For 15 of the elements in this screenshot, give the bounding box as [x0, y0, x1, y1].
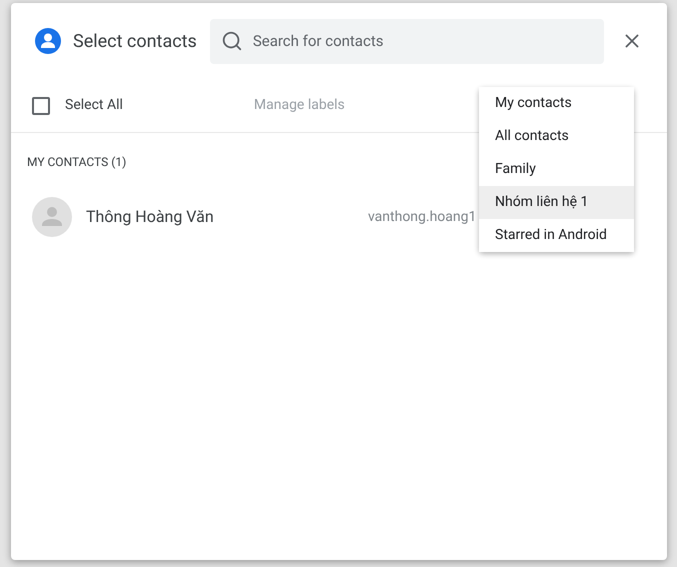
- menu-item[interactable]: Nhóm liên hệ 1: [479, 186, 634, 219]
- contact-icon: [35, 28, 61, 54]
- avatar-icon: [32, 197, 72, 237]
- search-icon: [220, 30, 243, 52]
- select-all-checkbox[interactable]: [32, 96, 50, 114]
- dialog-title: Select contacts: [73, 30, 197, 54]
- search-field[interactable]: Search for contacts: [210, 18, 604, 64]
- menu-item[interactable]: Family: [479, 153, 634, 186]
- menu-item[interactable]: Starred in Android: [479, 219, 634, 252]
- section-heading: MY CONTACTS (1): [26, 154, 126, 171]
- menu-item[interactable]: All contacts: [479, 120, 634, 153]
- contact-email: vanthong.hoang1: [368, 208, 476, 226]
- menu-item[interactable]: My contacts: [479, 87, 634, 120]
- contact-name: Thông Hoàng Văn: [86, 206, 215, 228]
- select-all-label: Select All: [65, 96, 123, 115]
